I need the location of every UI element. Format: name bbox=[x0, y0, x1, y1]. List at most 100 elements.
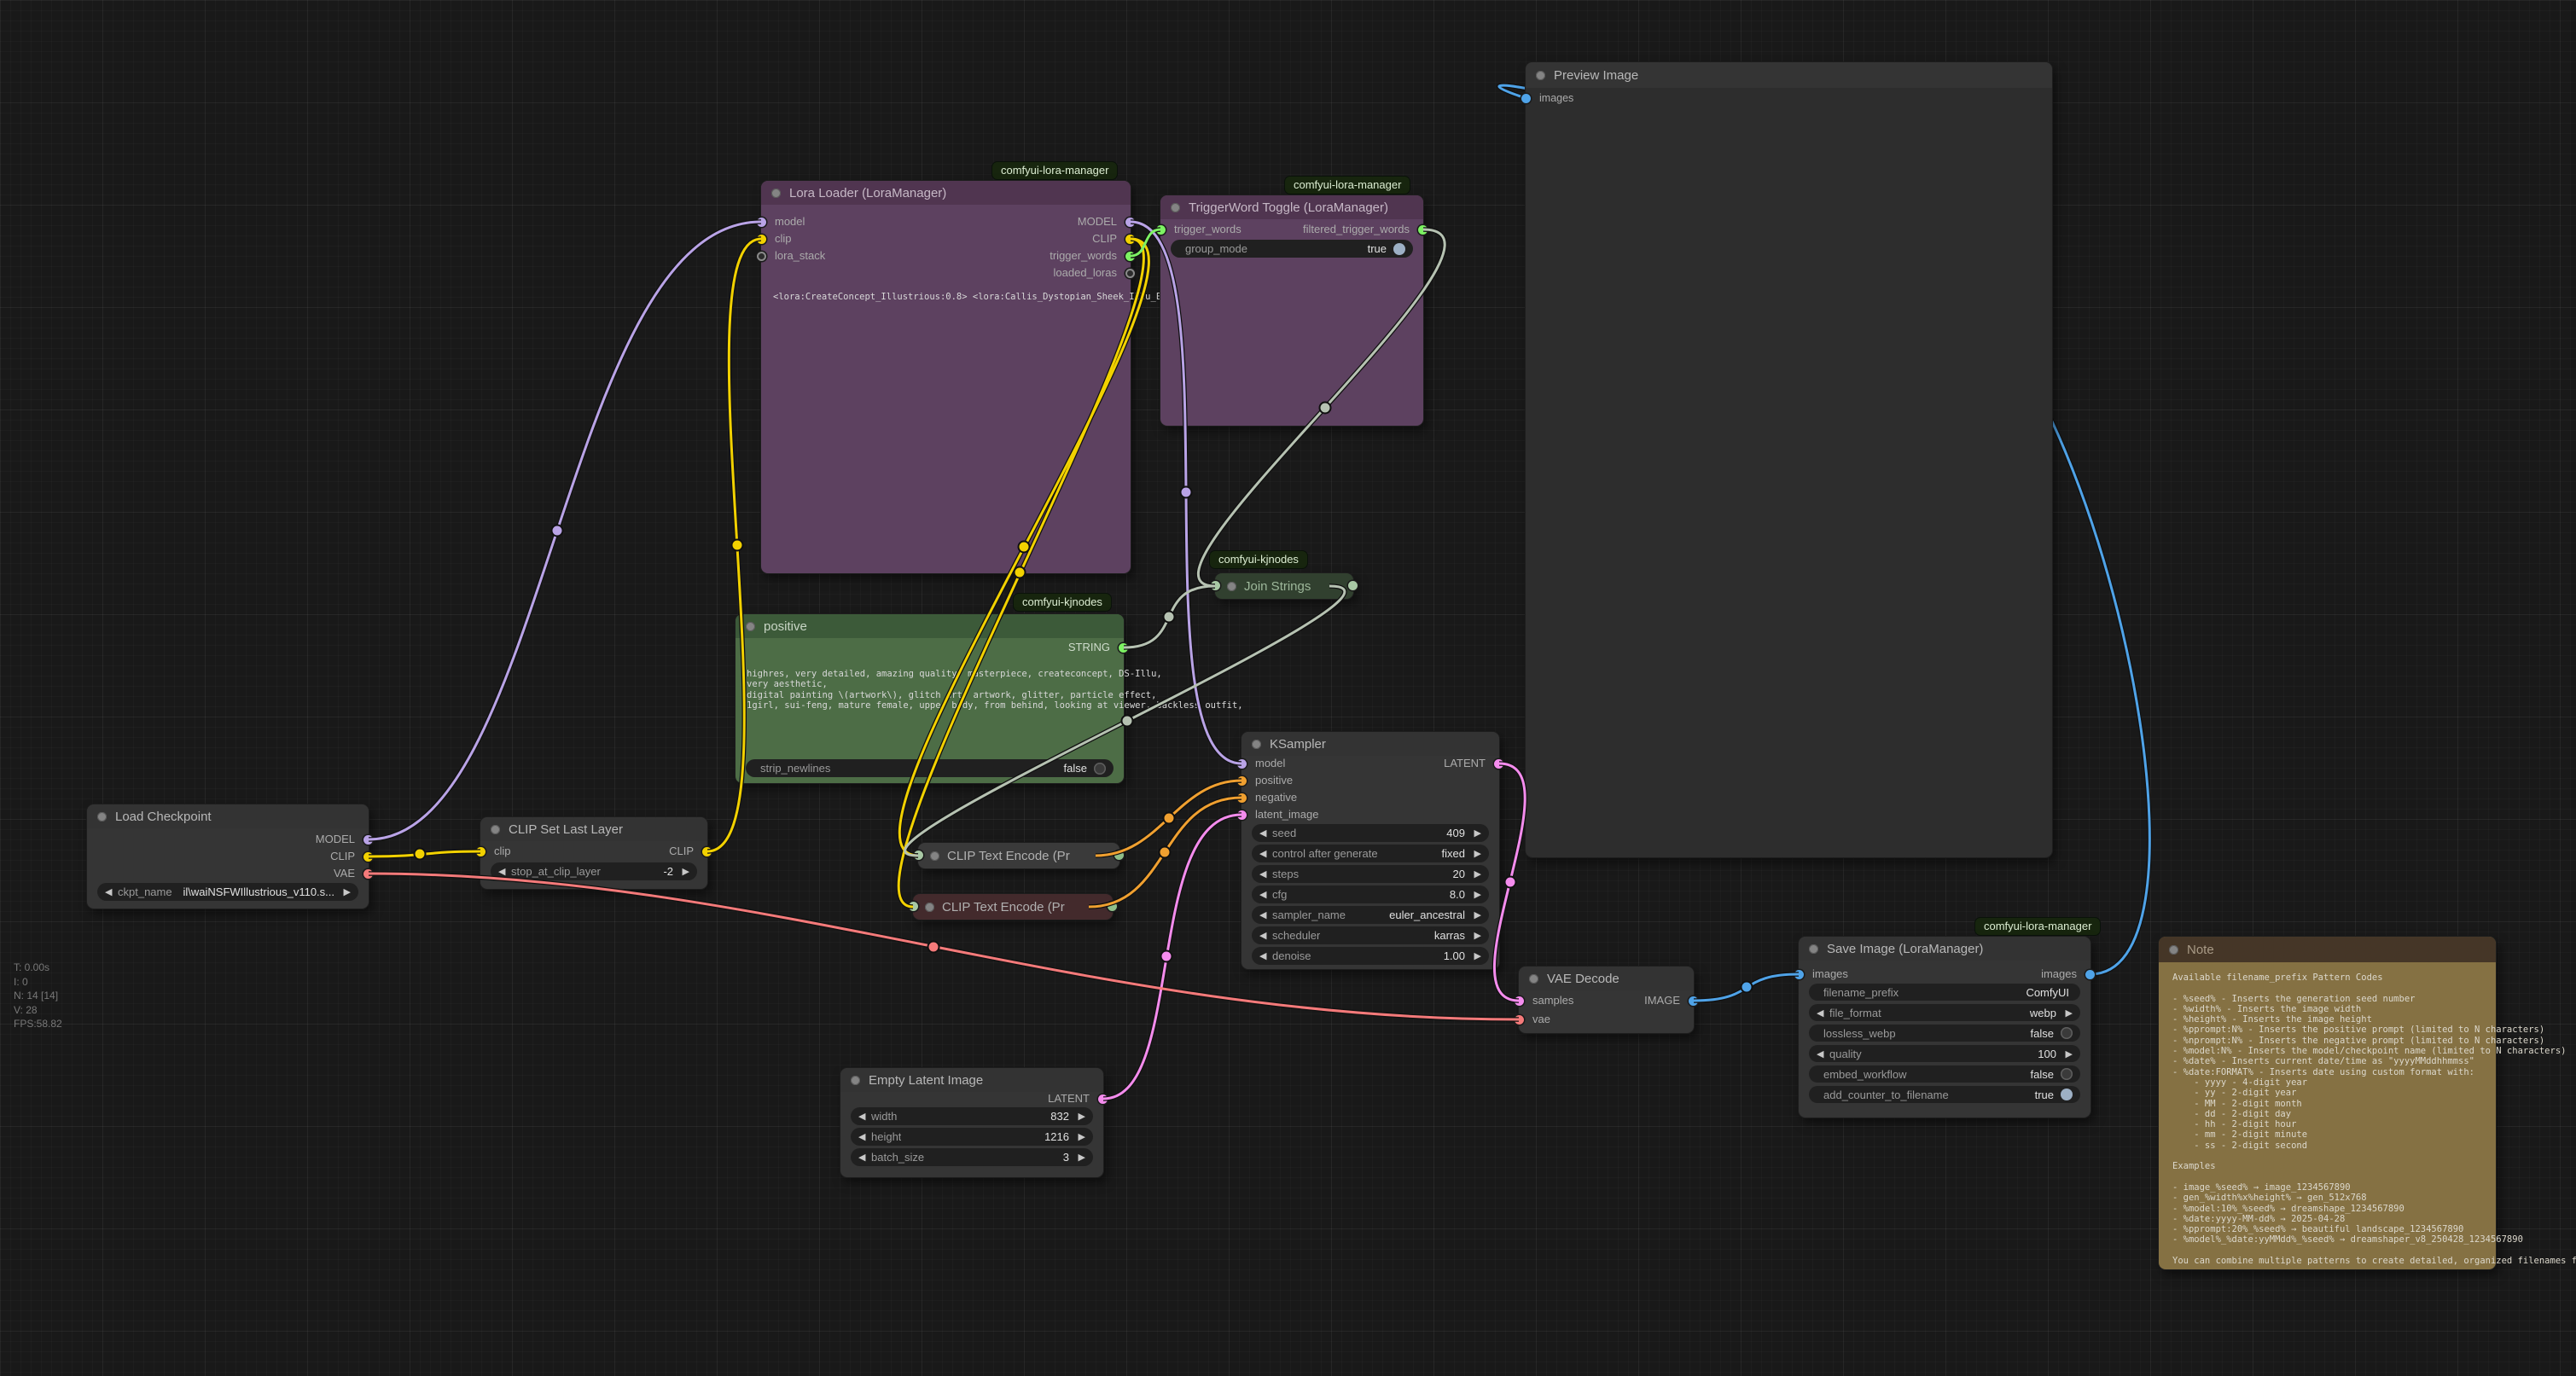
stop-at-clip-layer-widget[interactable]: ◀ stop_at_clip_layer -2 ▶ bbox=[491, 862, 697, 880]
next-arrow-icon[interactable]: ▶ bbox=[338, 886, 351, 897]
group-mode-toggle[interactable]: group_mode true bbox=[1171, 240, 1413, 258]
filtered-trigger-words-output-pin[interactable] bbox=[1418, 225, 1428, 235]
model-output-pin[interactable] bbox=[363, 835, 373, 845]
next-arrow-icon[interactable]: ▶ bbox=[2060, 1048, 2073, 1060]
prev-arrow-icon[interactable]: ◀ bbox=[1817, 1007, 1829, 1019]
node-empty-latent-image[interactable]: Empty Latent Image LATENT ◀width832▶ ◀he… bbox=[840, 1068, 1103, 1177]
prev-arrow-icon[interactable]: ◀ bbox=[105, 886, 118, 897]
prev-arrow-icon[interactable]: ◀ bbox=[858, 1111, 871, 1122]
add-counter-toggle[interactable]: add_counter_to_filenametrue bbox=[1809, 1086, 2080, 1103]
clip-output-pin[interactable] bbox=[1125, 235, 1135, 244]
next-arrow-icon[interactable]: ▶ bbox=[1468, 930, 1481, 941]
clip-output-pin[interactable] bbox=[702, 847, 712, 856]
next-arrow-icon[interactable]: ▶ bbox=[1468, 868, 1481, 880]
steps-widget[interactable]: ◀steps20▶ bbox=[1252, 865, 1489, 883]
lora-text[interactable]: <lora:CreateConcept_Illustrious:0.8> <lo… bbox=[773, 292, 1221, 302]
denoise-widget[interactable]: ◀denoise1.00▶ bbox=[1252, 947, 1489, 965]
node-titlebar[interactable]: CLIP Set Last Layer bbox=[480, 817, 707, 841]
collapse-dot[interactable] bbox=[746, 622, 755, 631]
images-input-pin[interactable] bbox=[1794, 970, 1804, 979]
file-format-widget[interactable]: ◀file_formatwebp▶ bbox=[1809, 1004, 2080, 1021]
toggle-knob[interactable] bbox=[2061, 1068, 2073, 1080]
trigger-words-output-pin[interactable] bbox=[1125, 252, 1135, 261]
loaded-loras-output-pin[interactable] bbox=[1125, 269, 1135, 278]
node-titlebar[interactable]: Save Image (LoraManager) bbox=[1799, 937, 2090, 961]
node-titlebar[interactable]: Load Checkpoint bbox=[87, 804, 369, 828]
node-titlebar[interactable]: positive bbox=[736, 614, 1124, 638]
width-widget[interactable]: ◀width832▶ bbox=[851, 1107, 1093, 1125]
node-titlebar[interactable]: Lora Loader (LoraManager) bbox=[761, 181, 1131, 205]
prev-arrow-icon[interactable]: ◀ bbox=[1259, 848, 1272, 859]
node-titlebar[interactable]: Preview Image bbox=[1526, 62, 2052, 88]
seed-widget[interactable]: ◀seed409▶ bbox=[1252, 824, 1489, 842]
node-clip-set-last-layer[interactable]: CLIP Set Last Layer clip CLIP ◀ stop_at_… bbox=[480, 817, 707, 889]
positive-input-pin[interactable] bbox=[1237, 776, 1247, 786]
next-arrow-icon[interactable]: ▶ bbox=[1468, 889, 1481, 900]
filename-prefix-widget[interactable]: filename_prefixComfyUI bbox=[1809, 984, 2080, 1001]
node-titlebar[interactable]: KSampler bbox=[1241, 732, 1499, 756]
next-arrow-icon[interactable]: ▶ bbox=[1468, 827, 1481, 839]
collapsed-output-pin[interactable] bbox=[1114, 851, 1124, 860]
collapse-dot[interactable] bbox=[771, 189, 781, 198]
trigger-words-input-pin[interactable] bbox=[1156, 225, 1166, 235]
node-join-strings[interactable]: Join Strings bbox=[1215, 573, 1353, 599]
latent-output-pin[interactable] bbox=[1494, 759, 1503, 769]
node-positive-prompt[interactable]: positive STRING highres, very detailed, … bbox=[736, 614, 1124, 783]
next-arrow-icon[interactable]: ▶ bbox=[1468, 909, 1481, 920]
prev-arrow-icon[interactable]: ◀ bbox=[1259, 930, 1272, 941]
collapse-dot[interactable] bbox=[851, 1076, 860, 1085]
prev-arrow-icon[interactable]: ◀ bbox=[1817, 1048, 1829, 1060]
clip-input-pin[interactable] bbox=[476, 847, 486, 856]
collapsed-output-pin[interactable] bbox=[1108, 902, 1117, 911]
collapse-dot[interactable] bbox=[491, 825, 500, 834]
node-clip-text-encode-negative[interactable]: CLIP Text Encode (Pr bbox=[913, 894, 1113, 920]
prev-arrow-icon[interactable]: ◀ bbox=[858, 1152, 871, 1163]
strip-newlines-toggle[interactable]: strip_newlines false bbox=[746, 759, 1114, 777]
control-after-generate-widget[interactable]: ◀control after generatefixed▶ bbox=[1252, 845, 1489, 862]
lora-stack-input-pin[interactable] bbox=[757, 252, 766, 261]
prev-arrow-icon[interactable]: ◀ bbox=[1259, 909, 1272, 920]
node-titlebar[interactable]: Empty Latent Image bbox=[840, 1068, 1103, 1092]
node-titlebar[interactable]: VAE Decode bbox=[1519, 967, 1694, 990]
prev-arrow-icon[interactable]: ◀ bbox=[1259, 827, 1272, 839]
collapse-dot[interactable] bbox=[925, 903, 934, 912]
cfg-widget[interactable]: ◀cfg8.0▶ bbox=[1252, 885, 1489, 903]
model-input-pin[interactable] bbox=[757, 218, 766, 227]
node-titlebar[interactable]: Note bbox=[2159, 937, 2496, 962]
collapse-dot[interactable] bbox=[97, 812, 107, 822]
scheduler-widget[interactable]: ◀schedulerkarras▶ bbox=[1252, 926, 1489, 944]
sampler-name-widget[interactable]: ◀sampler_nameeuler_ancestral▶ bbox=[1252, 906, 1489, 924]
lossless-webp-toggle[interactable]: lossless_webpfalse bbox=[1809, 1025, 2080, 1042]
node-vae-decode[interactable]: VAE Decode samples vae IMAGE bbox=[1519, 967, 1694, 1033]
embed-workflow-toggle[interactable]: embed_workflowfalse bbox=[1809, 1065, 2080, 1083]
vae-input-pin[interactable] bbox=[1515, 1015, 1524, 1025]
samples-input-pin[interactable] bbox=[1515, 996, 1524, 1006]
node-lora-loader[interactable]: Lora Loader (LoraManager) model clip lor… bbox=[761, 181, 1131, 573]
prev-arrow-icon[interactable]: ◀ bbox=[498, 866, 511, 877]
model-output-pin[interactable] bbox=[1125, 218, 1135, 227]
image-output-pin[interactable] bbox=[1689, 996, 1698, 1006]
batch-size-widget[interactable]: ◀batch_size3▶ bbox=[851, 1148, 1093, 1166]
collapsed-input-pin[interactable] bbox=[1211, 581, 1220, 590]
collapsed-input-pin[interactable] bbox=[909, 902, 918, 911]
next-arrow-icon[interactable]: ▶ bbox=[1073, 1152, 1085, 1163]
next-arrow-icon[interactable]: ▶ bbox=[1468, 950, 1481, 961]
next-arrow-icon[interactable]: ▶ bbox=[2060, 1007, 2073, 1019]
node-save-image[interactable]: Save Image (LoraManager) images images f… bbox=[1799, 937, 2090, 1118]
collapse-dot[interactable] bbox=[1171, 203, 1180, 212]
node-ksampler[interactable]: KSampler model positive negative latent_… bbox=[1241, 732, 1499, 969]
toggle-knob[interactable] bbox=[1094, 763, 1106, 775]
node-preview-image[interactable]: Preview Image images bbox=[1526, 62, 2052, 857]
collapsed-input-pin[interactable] bbox=[914, 851, 923, 860]
toggle-knob[interactable] bbox=[1393, 243, 1405, 255]
model-input-pin[interactable] bbox=[1237, 759, 1247, 769]
next-arrow-icon[interactable]: ▶ bbox=[1468, 848, 1481, 859]
collapse-dot[interactable] bbox=[1529, 974, 1538, 984]
node-load-checkpoint[interactable]: Load Checkpoint MODEL CLIP VAE ◀ ckpt_na… bbox=[87, 804, 369, 909]
prev-arrow-icon[interactable]: ◀ bbox=[858, 1131, 871, 1142]
toggle-knob[interactable] bbox=[2061, 1089, 2073, 1100]
latent-image-input-pin[interactable] bbox=[1237, 810, 1247, 820]
images-output-pin[interactable] bbox=[2085, 970, 2095, 979]
next-arrow-icon[interactable]: ▶ bbox=[1073, 1131, 1085, 1142]
collapsed-output-pin[interactable] bbox=[1348, 581, 1358, 590]
